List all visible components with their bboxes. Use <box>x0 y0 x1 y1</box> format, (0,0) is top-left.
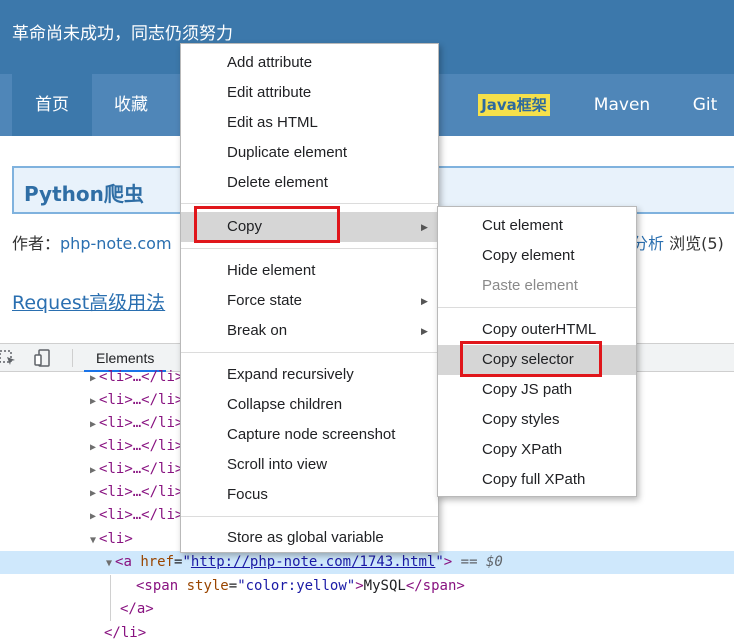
nav-item-java-frameworks[interactable]: Java框架 <box>454 74 574 136</box>
banner-slogan: 革命尚未成功，同志仍须努力 <box>12 24 233 44</box>
menu-item-collapse-children[interactable]: Collapse children <box>181 390 438 420</box>
menu-item-expand-recursively[interactable]: Expand recursively <box>181 360 438 390</box>
menu-item-capture-node-screenshot[interactable]: Capture node screenshot <box>181 420 438 450</box>
menu-item-force-state[interactable]: Force state ▶ <box>181 286 438 316</box>
dom-node-li[interactable]: ▶ <li>…</li> <box>90 366 183 389</box>
nav-item-favorites[interactable]: 收藏 <box>92 74 170 136</box>
submenu-item-copy-element[interactable]: Copy element <box>438 241 636 271</box>
author-link[interactable]: php-note.com <box>60 234 172 253</box>
post-meta: 作者：php-note.com <box>12 230 172 254</box>
view-count: 浏览(5) <box>669 234 724 253</box>
nav-highlight-label: Java框架 <box>478 94 550 116</box>
submenu-arrow-icon: ▶ <box>421 222 428 232</box>
nav-item-home[interactable]: 首页 <box>12 74 92 136</box>
copy-selector-highlight-box <box>460 341 602 377</box>
nav-item-maven[interactable]: Maven <box>576 74 668 136</box>
menu-separator <box>181 203 438 204</box>
dom-node-li[interactable]: ▶ <li>…</li> <box>90 435 183 458</box>
dom-indent-guide <box>110 575 111 621</box>
menu-item-duplicate-element[interactable]: Duplicate element <box>181 138 438 168</box>
submenu-item-copy-xpath[interactable]: Copy XPath <box>438 435 636 465</box>
menu-item-focus[interactable]: Focus <box>181 480 438 510</box>
menu-item-hide-element[interactable]: Hide element <box>181 256 438 286</box>
device-toolbar-icon[interactable] <box>33 348 53 368</box>
menu-item-break-on[interactable]: Break on ▶ <box>181 316 438 346</box>
submenu-item-copy-styles[interactable]: Copy styles <box>438 405 636 435</box>
menu-separator <box>438 307 636 308</box>
dom-node-li[interactable]: ▶ <li>…</li> <box>90 412 183 435</box>
menu-item-break-on-label: Break on <box>227 322 288 339</box>
menu-item-force-state-label: Force state <box>227 292 303 309</box>
inspect-element-icon[interactable] <box>0 348 18 368</box>
menu-separator <box>181 352 438 353</box>
menu-item-edit-as-html[interactable]: Edit as HTML <box>181 108 438 138</box>
menu-item-delete-element[interactable]: Delete element <box>181 168 438 198</box>
section-link[interactable]: Request高级用法 <box>12 288 165 315</box>
post-meta-right: 分析 浏览(5) <box>632 230 724 254</box>
submenu-arrow-icon: ▶ <box>421 296 428 306</box>
menu-item-edit-attribute[interactable]: Edit attribute <box>181 78 438 108</box>
submenu-item-copy-js-path[interactable]: Copy JS path <box>438 375 636 405</box>
menu-item-scroll-into-view[interactable]: Scroll into view <box>181 450 438 480</box>
dom-node-li[interactable]: ▶ <li>…</li> <box>90 504 183 527</box>
submenu-item-paste-element: Paste element <box>482 277 578 294</box>
dom-node-a-close[interactable]: </a> <box>120 598 154 621</box>
dom-node-li[interactable]: ▶ <li>…</li> <box>90 458 183 481</box>
toolbar-divider <box>72 349 73 367</box>
copy-highlight-box <box>194 206 340 243</box>
dom-node-li[interactable]: ▶ <li>…</li> <box>90 481 183 504</box>
dom-node-a-selected[interactable]: ▼ <a href="http://php-note.com/1743.html"… <box>106 551 503 574</box>
menu-item-add-attribute[interactable]: Add attribute <box>181 48 438 78</box>
context-menu: Add attribute Edit attribute Edit as HTM… <box>180 43 439 553</box>
menu-separator <box>181 516 438 517</box>
dom-node-li-close[interactable]: </li> <box>104 622 146 644</box>
menu-item-store-as-global-variable[interactable]: Store as global variable <box>181 523 438 553</box>
nav-item-git[interactable]: Git <box>676 74 734 136</box>
submenu-item-cut-element[interactable]: Cut element <box>438 211 636 241</box>
dom-node-span[interactable]: <span style="color:yellow">MySQL</span> <box>136 575 465 598</box>
dom-node-li[interactable]: ▶ <li>…</li> <box>90 389 183 412</box>
submenu-arrow-icon: ▶ <box>421 326 428 336</box>
author-label: 作者： <box>12 234 61 253</box>
menu-separator <box>181 248 438 249</box>
dom-node-li-open[interactable]: ▼ <li> <box>90 528 133 551</box>
post-title: Python爬虫 <box>24 182 144 206</box>
submenu-item-copy-full-xpath[interactable]: Copy full XPath <box>438 465 636 495</box>
